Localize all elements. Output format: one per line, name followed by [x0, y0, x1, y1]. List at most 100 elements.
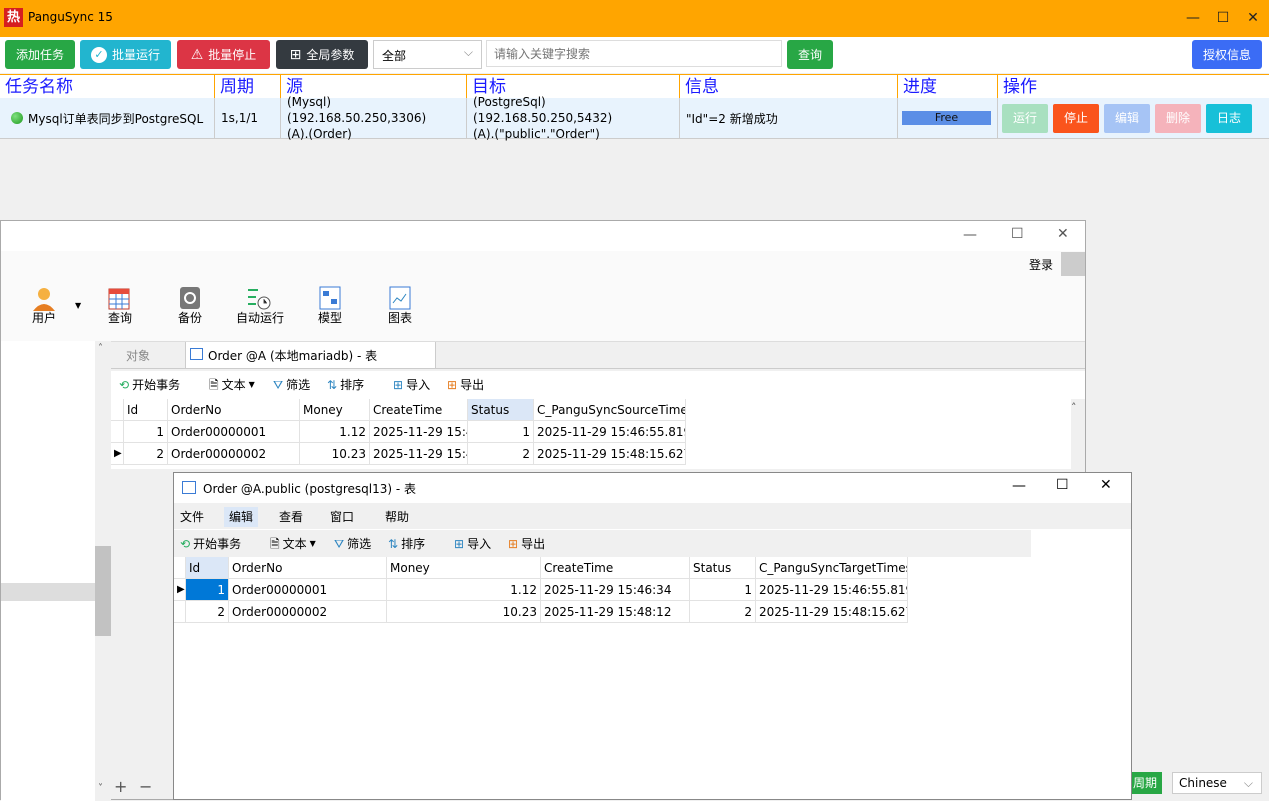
maximize-button[interactable]: ☐ — [1056, 477, 1069, 493]
column-header[interactable]: C_PanguSyncSourceTimes — [534, 399, 686, 421]
cell[interactable]: 1.12 — [387, 579, 541, 601]
grid-scroll-up-icon[interactable]: ˄ — [1071, 401, 1077, 414]
avatar[interactable] — [1061, 252, 1085, 276]
global-params-button[interactable]: ⊞ 全局参数 — [276, 40, 368, 69]
login-link[interactable]: 登录 — [1029, 256, 1053, 273]
filter-select[interactable]: 全部 ⌵ — [373, 40, 482, 69]
cell[interactable]: 2025-11-29 15:4 — [370, 421, 468, 443]
filter-button[interactable]: ⛛ 筛选 — [334, 530, 371, 558]
ribbon-user[interactable]: 用户 — [14, 309, 74, 326]
batch-run-button[interactable]: ✓ 批量运行 — [80, 40, 171, 69]
cell[interactable]: 2025-11-29 15:48:12 — [541, 601, 690, 623]
scroll-up-icon[interactable]: ˄ — [98, 343, 103, 354]
column-header[interactable]: Status — [690, 557, 756, 579]
minimize-button[interactable]: — — [1180, 6, 1206, 30]
ribbon-model[interactable]: 模型 — [300, 309, 360, 326]
column-header[interactable]: Money — [300, 399, 370, 421]
tree-scrollbar[interactable]: ˄ ˅ — [95, 341, 111, 801]
add-task-button[interactable]: 添加任务 — [5, 40, 75, 69]
minimize-button[interactable]: — — [1012, 478, 1026, 494]
cell[interactable]: 2025-11-29 15:4 — [370, 443, 468, 465]
cell[interactable]: 2025-11-29 15:46:34 — [541, 579, 690, 601]
text-button[interactable]: 🗎 文本 ▼ — [270, 530, 316, 558]
ribbon-auto-run[interactable]: 自动运行 — [230, 309, 290, 326]
menu-window[interactable]: 窗口 — [325, 507, 359, 527]
cell[interactable]: 2 — [124, 443, 168, 465]
column-header[interactable]: OrderNo — [168, 399, 300, 421]
remove-icon[interactable]: − — [139, 777, 152, 796]
tree-selected-row[interactable] — [1, 583, 95, 601]
maximize-button[interactable]: ☐ — [1011, 226, 1024, 242]
column-header[interactable]: CreateTime — [370, 399, 468, 421]
cell[interactable]: 2025-11-29 15:48:15.6273 — [756, 601, 908, 623]
sort-button[interactable]: ⇅ 排序 — [327, 371, 364, 399]
scroll-thumb[interactable] — [95, 546, 111, 636]
language-select[interactable]: Chinese ⌵ — [1172, 772, 1262, 794]
column-header[interactable]: C_PanguSyncTargetTimes — [756, 557, 908, 579]
cell[interactable]: Order00000002 — [168, 443, 300, 465]
edit-button[interactable]: 编辑 — [1104, 104, 1150, 133]
tab-order-table[interactable]: Order @A (本地mariadb) - 表 — [185, 342, 436, 368]
cell[interactable]: 1.12 — [300, 421, 370, 443]
row-indicator-current[interactable]: ▶ — [174, 579, 186, 601]
row-indicator-current[interactable]: ▶ — [111, 443, 124, 465]
cell[interactable]: 2025-11-29 15:48:15.6273 — [534, 443, 686, 465]
cell[interactable]: 1 — [690, 579, 756, 601]
cell[interactable]: Order00000002 — [229, 601, 387, 623]
menu-edit[interactable]: 编辑 — [224, 507, 259, 527]
column-header[interactable]: Id — [124, 399, 168, 421]
cell[interactable]: 10.23 — [387, 601, 541, 623]
export-button[interactable]: ⊞ 导出 — [447, 371, 484, 399]
minimize-button[interactable]: — — [963, 227, 977, 243]
sort-button[interactable]: ⇅ 排序 — [388, 530, 425, 558]
row-indicator[interactable] — [174, 601, 186, 623]
cell[interactable]: 2 — [468, 443, 534, 465]
text-button[interactable]: 🗎 文本 ▼ — [209, 371, 255, 399]
import-button[interactable]: ⊞ 导入 — [393, 371, 430, 399]
maximize-button[interactable]: ☐ — [1210, 6, 1236, 30]
delete-button[interactable]: 删除 — [1155, 104, 1201, 133]
query-button[interactable]: 查询 — [787, 40, 833, 69]
ribbon-chart[interactable]: 图表 — [370, 309, 430, 326]
row-indicator[interactable] — [111, 421, 124, 443]
filter-button[interactable]: ⛛ 筛选 — [273, 371, 310, 399]
period-button[interactable]: 周期 — [1128, 772, 1162, 794]
close-button[interactable]: ✕ — [1057, 226, 1069, 242]
cell[interactable]: Order00000001 — [229, 579, 387, 601]
column-header[interactable]: Money — [387, 557, 541, 579]
cell[interactable]: 1 — [124, 421, 168, 443]
tab-objects[interactable]: 对象 — [126, 347, 150, 364]
cell[interactable]: 2 — [690, 601, 756, 623]
menu-file[interactable]: 文件 — [175, 507, 209, 527]
ribbon-query[interactable]: 查询 — [90, 309, 150, 326]
menu-help[interactable]: 帮助 — [380, 507, 414, 527]
begin-transaction-button[interactable]: ⟲ 开始事务 — [119, 371, 180, 399]
cell[interactable]: 2025-11-29 15:46:55.8198 — [534, 421, 686, 443]
close-button[interactable]: ✕ — [1100, 477, 1112, 493]
scroll-down-icon[interactable]: ˅ — [98, 783, 103, 794]
column-header[interactable]: Status — [468, 399, 534, 421]
log-button[interactable]: 日志 — [1206, 104, 1252, 133]
export-button[interactable]: ⊞ 导出 — [508, 530, 545, 558]
search-input[interactable] — [486, 40, 782, 67]
cell[interactable]: Order00000001 — [168, 421, 300, 443]
cell[interactable]: 2025-11-29 15:46:55.8198 — [756, 579, 908, 601]
cell[interactable]: 2 — [186, 601, 229, 623]
run-button[interactable]: 运行 — [1002, 104, 1048, 133]
column-header[interactable]: Id — [186, 557, 229, 579]
cell-selected[interactable]: 1 — [186, 579, 229, 601]
ribbon-backup[interactable]: 备份 — [160, 309, 220, 326]
column-header[interactable]: OrderNo — [229, 557, 387, 579]
chevron-down-icon[interactable]: ▼ — [75, 301, 81, 310]
cell[interactable]: 10.23 — [300, 443, 370, 465]
import-button[interactable]: ⊞ 导入 — [454, 530, 491, 558]
begin-transaction-button[interactable]: ⟲ 开始事务 — [180, 530, 241, 558]
license-button[interactable]: 授权信息 — [1192, 40, 1262, 69]
add-icon[interactable]: + — [114, 777, 127, 796]
batch-stop-button[interactable]: ⚠ 批量停止 — [177, 40, 270, 69]
cell[interactable]: 1 — [468, 421, 534, 443]
close-button[interactable]: ✕ — [1240, 6, 1266, 30]
stop-button[interactable]: 停止 — [1053, 104, 1099, 133]
column-header[interactable]: CreateTime — [541, 557, 690, 579]
menu-view[interactable]: 查看 — [274, 507, 308, 527]
